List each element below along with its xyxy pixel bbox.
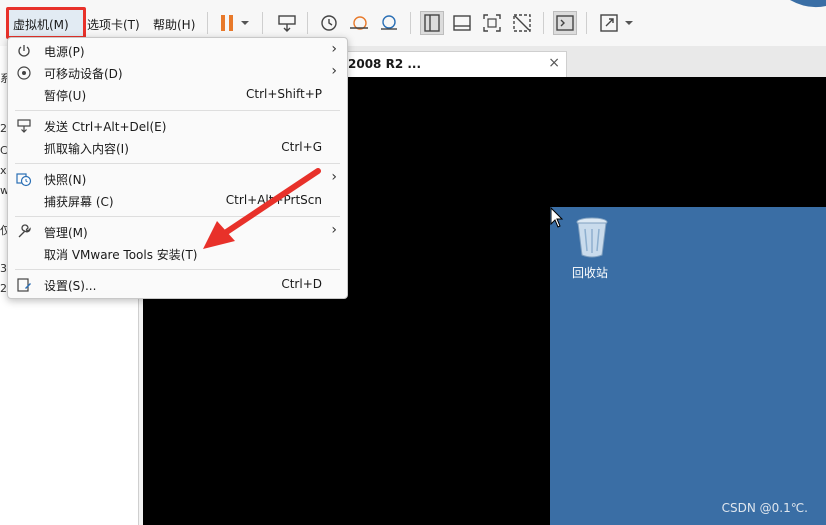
menu-separator: [15, 110, 340, 111]
menu-item-label: 暂停(U): [44, 89, 87, 103]
toolbar-separator: [543, 12, 544, 34]
library-fragment: x: [0, 164, 7, 177]
menu-separator: [15, 269, 340, 270]
recycle-bin-icon[interactable]: [572, 215, 612, 259]
library-view-icon[interactable]: [420, 11, 444, 35]
menu-item-label: 设置(S)...: [44, 279, 97, 293]
menu-item-label: 取消 VMware Tools 安装(T): [44, 248, 198, 262]
wrench-icon: [16, 224, 32, 240]
power-icon: [16, 43, 32, 59]
toolbar-separator: [586, 12, 587, 34]
menu-item-label: 可移动设备(D): [44, 67, 123, 81]
tab-vm-title: 2008 R2 ...: [348, 57, 422, 71]
console-view-icon[interactable]: [451, 12, 473, 34]
menu-item-label: 管理(M): [44, 226, 88, 240]
submenu-arrow-icon: ›: [331, 169, 337, 185]
menu-help[interactable]: 帮助(H): [153, 16, 195, 33]
revert-snapshot-icon[interactable]: [348, 12, 370, 34]
submenu-arrow-icon: ›: [331, 222, 337, 238]
send-ctrl-alt-del-icon[interactable]: [276, 12, 298, 34]
menu-item-label: 发送 Ctrl+Alt+Del(E): [44, 120, 167, 134]
menu-tabs[interactable]: 选项卡(T): [87, 16, 140, 33]
toolbar-separator: [262, 12, 263, 34]
menu-item-power[interactable]: 电源(P) ›: [8, 40, 347, 62]
menu-separator: [15, 163, 340, 164]
menu-item-removable-devices[interactable]: 可移动设备(D) ›: [8, 62, 347, 84]
terminal-icon[interactable]: [553, 11, 577, 35]
dropdown-arrow-icon[interactable]: [238, 12, 252, 34]
fullscreen-icon[interactable]: [481, 12, 503, 34]
menu-item-shortcut: Ctrl+G: [281, 140, 322, 154]
settings-icon: [16, 277, 32, 293]
tab-vm[interactable]: 2008 R2 ... ×: [339, 51, 567, 77]
menu-item-label: 抓取输入内容(I): [44, 142, 129, 156]
snapshot-manager-icon[interactable]: [378, 12, 400, 34]
menu-item-label: 快照(N): [44, 173, 87, 187]
submenu-arrow-icon: ›: [331, 63, 337, 79]
menu-item-pause[interactable]: 暂停(U) Ctrl+Shift+P: [8, 84, 347, 106]
menu-item-send-ctrl-alt-del[interactable]: 发送 Ctrl+Alt+Del(E): [8, 115, 347, 137]
removable-device-icon: [16, 65, 32, 81]
toolbar-separator: [410, 12, 411, 34]
dropdown-arrow-icon[interactable]: [622, 12, 636, 34]
recycle-bin-label: 回收站: [572, 266, 609, 280]
menu-item-label: 捕获屏幕 (C): [44, 195, 114, 209]
guest-desktop[interactable]: 回收站 CSDN @0.1℃.: [550, 207, 826, 525]
menu-item-shortcut: Ctrl+Shift+P: [246, 87, 322, 101]
mouse-cursor-icon: [550, 207, 564, 228]
submenu-arrow-icon: ›: [331, 41, 337, 57]
library-fragment: 2: [0, 282, 7, 295]
stretch-icon[interactable]: [598, 12, 620, 34]
toolbar-separator: [307, 12, 308, 34]
menu-item-label: 电源(P): [44, 45, 85, 59]
unity-icon[interactable]: [511, 12, 533, 34]
window-corner-decoration: [790, 0, 826, 8]
pause-icon[interactable]: [216, 12, 238, 34]
library-fragment: 3: [0, 262, 7, 275]
close-icon[interactable]: ×: [548, 55, 560, 71]
menu-item-grab-input[interactable]: 抓取输入内容(I) Ctrl+G: [8, 137, 347, 159]
annotation-arrow-icon: [203, 168, 321, 249]
snapshot-icon[interactable]: [318, 12, 340, 34]
menu-item-settings[interactable]: 设置(S)... Ctrl+D: [8, 274, 347, 296]
toolbar-separator: [207, 12, 208, 34]
menu-vm[interactable]: 虚拟机(M): [13, 16, 69, 33]
snapshot-icon: [16, 171, 32, 187]
watermark-text: CSDN @0.1℃.: [721, 501, 808, 515]
keyboard-send-icon: [16, 118, 32, 134]
menu-item-shortcut: Ctrl+D: [281, 277, 322, 291]
